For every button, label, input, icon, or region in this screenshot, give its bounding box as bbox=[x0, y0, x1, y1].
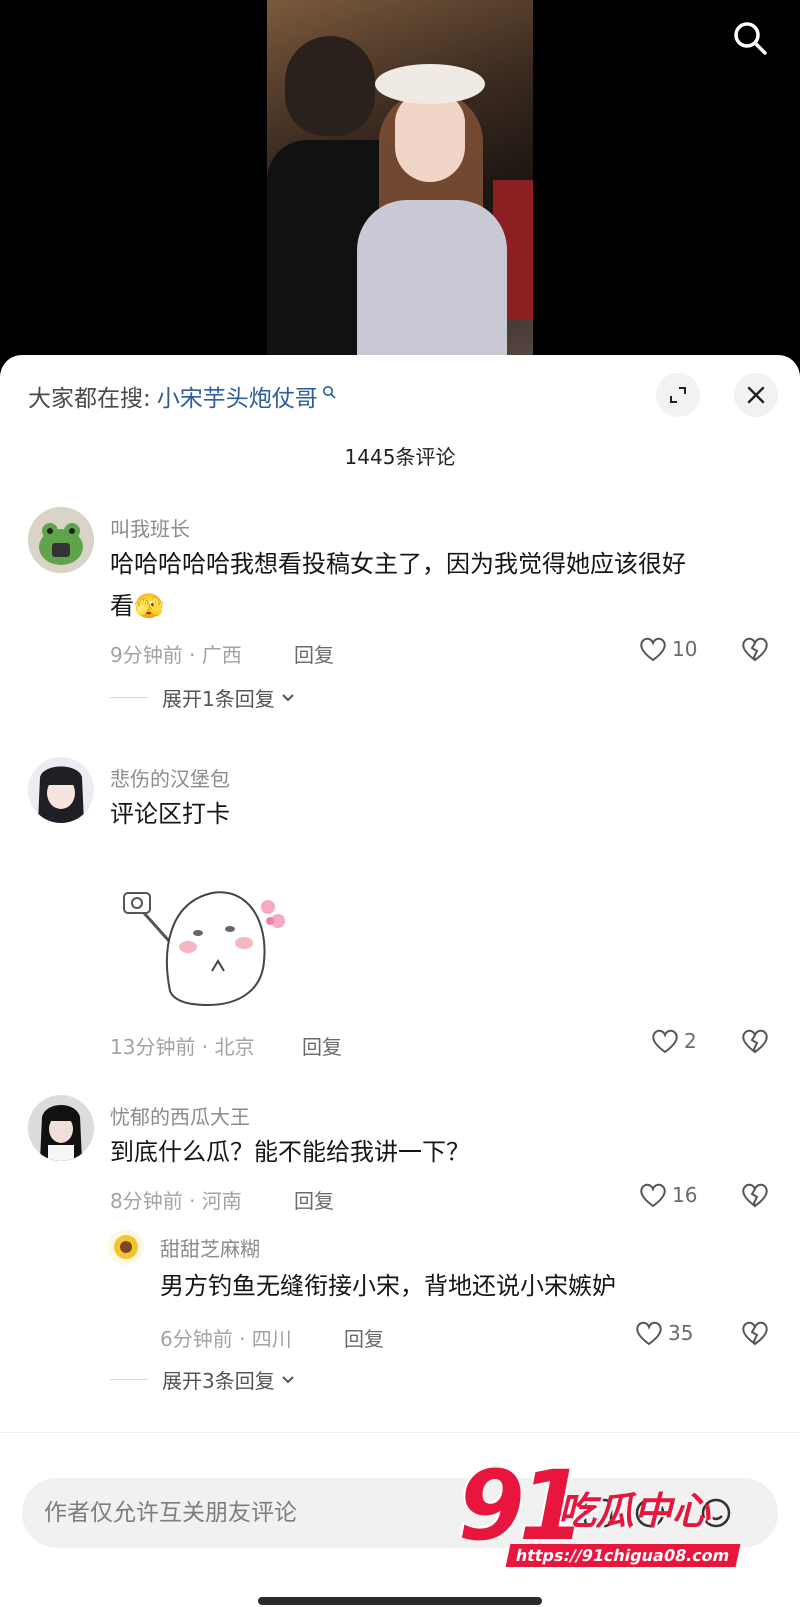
reply-username[interactable]: 甜甜芝麻糊 bbox=[160, 1233, 260, 1262]
comment-meta: 8分钟前 · 河南 bbox=[110, 1189, 242, 1213]
comment-input[interactable] bbox=[44, 1500, 504, 1526]
reply-button[interactable]: 回复 bbox=[344, 1323, 384, 1352]
like-button[interactable]: 10 bbox=[638, 635, 697, 663]
avatar[interactable] bbox=[28, 1095, 94, 1161]
broken-heart-icon bbox=[742, 1321, 768, 1346]
sticker-image[interactable] bbox=[108, 841, 288, 1017]
expand-icon bbox=[670, 387, 686, 403]
comment-text-line2: 看🫣 bbox=[110, 592, 164, 620]
divider bbox=[110, 1379, 148, 1380]
dislike-button[interactable] bbox=[740, 1181, 770, 1213]
reply-avatar[interactable] bbox=[108, 1229, 144, 1265]
close-button[interactable] bbox=[734, 373, 778, 417]
like-button[interactable]: 35 bbox=[634, 1319, 693, 1347]
reply-button[interactable]: 回复 bbox=[294, 639, 334, 668]
anime-girl-avatar-icon bbox=[28, 757, 94, 823]
broken-heart-icon bbox=[742, 1183, 768, 1208]
dislike-button[interactable] bbox=[740, 1319, 770, 1351]
heart-icon bbox=[640, 1183, 666, 1208]
comment-sheet: 大家都在搜: 小宋芋头炮仗哥 1445条评论 叫我班长 哈哈哈哈哈我想看投稿女主… bbox=[0, 355, 800, 1607]
watermark-url: https://91chigua08.com bbox=[505, 1544, 740, 1567]
like-count: 10 bbox=[672, 637, 698, 661]
comment-count: 1445条评论 bbox=[344, 445, 456, 469]
reply-button[interactable]: 回复 bbox=[302, 1031, 342, 1060]
like-count: 2 bbox=[684, 1029, 697, 1053]
close-icon bbox=[747, 386, 765, 404]
reply-button[interactable]: 回复 bbox=[294, 1185, 334, 1214]
expand-replies-button[interactable]: 展开3条回复 bbox=[110, 1365, 297, 1394]
like-button[interactable]: 16 bbox=[638, 1181, 697, 1209]
avatar[interactable] bbox=[28, 507, 94, 573]
selfie-bun-sticker-icon bbox=[123, 891, 285, 1007]
search-icon bbox=[734, 22, 767, 55]
chevron-down-icon bbox=[282, 1375, 294, 1383]
comment-meta: 13分钟前 · 北京 bbox=[110, 1035, 255, 1059]
reply-meta: 6分钟前 · 四川 bbox=[160, 1327, 292, 1351]
avatar[interactable] bbox=[28, 757, 94, 823]
comment-text: 评论区打卡 bbox=[110, 800, 230, 828]
comment-item: 叫我班长 哈哈哈哈哈我想看投稿女主了，因为我觉得她应该很好 看🫣 9分钟前 · … bbox=[0, 505, 800, 715]
heart-icon bbox=[636, 1321, 662, 1346]
video-frame bbox=[267, 0, 533, 370]
search-button[interactable] bbox=[730, 18, 770, 58]
reply-text: 男方钓鱼无缝衔接小宋，背地还说小宋嫉妒 bbox=[160, 1272, 616, 1300]
dislike-button[interactable] bbox=[740, 1027, 770, 1059]
sunflower-avatar-icon bbox=[108, 1229, 144, 1265]
comment-username[interactable]: 忧郁的西瓜大王 bbox=[110, 1101, 250, 1130]
comment-item: 忧郁的西瓜大王 到底什么瓜？能不能给我讲一下？ 8分钟前 · 河南 回复 16 … bbox=[0, 1093, 800, 1403]
expand-replies-label: 展开1条回复 bbox=[162, 687, 275, 711]
divider bbox=[110, 697, 148, 698]
video-player[interactable] bbox=[0, 0, 800, 370]
expand-replies-label: 展开3条回复 bbox=[162, 1369, 275, 1393]
comment-username[interactable]: 叫我班长 bbox=[110, 513, 190, 542]
heart-icon bbox=[652, 1029, 678, 1054]
like-count: 35 bbox=[668, 1321, 694, 1345]
broken-heart-icon bbox=[742, 1029, 768, 1054]
comment-username[interactable]: 悲伤的汉堡包 bbox=[110, 763, 230, 792]
comment-text: 哈哈哈哈哈我想看投稿女主了，因为我觉得她应该很好 bbox=[110, 550, 686, 578]
heart-icon bbox=[640, 637, 666, 662]
mini-search-icon bbox=[322, 386, 336, 399]
broken-heart-icon bbox=[742, 637, 768, 662]
search-term-link[interactable]: 小宋芋头炮仗哥 bbox=[157, 379, 318, 413]
home-indicator bbox=[258, 1597, 542, 1605]
comment-meta: 9分钟前 · 广西 bbox=[110, 643, 242, 667]
chevron-down-icon bbox=[282, 693, 294, 701]
expand-replies-button[interactable]: 展开1条回复 bbox=[110, 683, 297, 712]
search-suggestion-bar: 大家都在搜: 小宋芋头炮仗哥 bbox=[28, 373, 778, 419]
watermark: 91 吃瓜中心 https://91chigua08.com bbox=[458, 1450, 758, 1580]
frog-avatar-icon bbox=[28, 507, 94, 573]
comment-text: 到底什么瓜？能不能给我讲一下？ bbox=[110, 1138, 470, 1166]
dislike-button[interactable] bbox=[740, 635, 770, 667]
like-button[interactable]: 2 bbox=[650, 1027, 697, 1055]
girl-photo-avatar-icon bbox=[28, 1095, 94, 1161]
like-count: 16 bbox=[672, 1183, 698, 1207]
expand-button[interactable] bbox=[656, 373, 700, 417]
everyone-searching-label: 大家都在搜: bbox=[28, 386, 151, 412]
watermark-word: 吃瓜中心 bbox=[558, 1489, 711, 1533]
